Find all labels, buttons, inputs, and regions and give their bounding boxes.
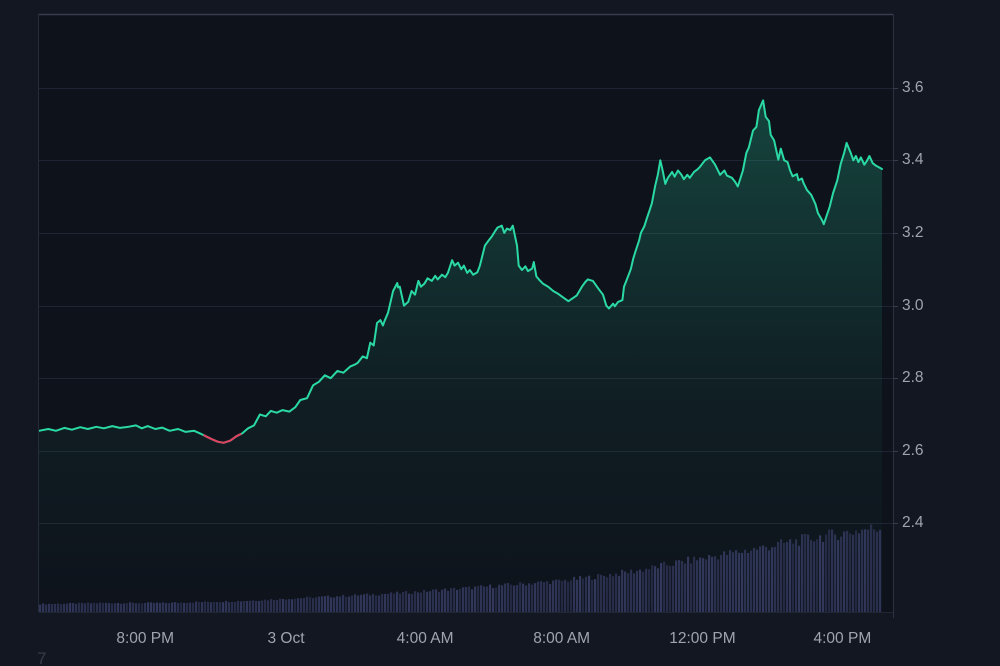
x-axis-label: 4:00 AM [397, 630, 454, 648]
y-axis-label: 2.4 [902, 514, 924, 532]
y-axis-label: 2.6 [902, 442, 924, 460]
y-axis-label: 3.0 [902, 297, 924, 315]
x-axis-label: 3 Oct [267, 630, 304, 648]
y-axis-label: 3.2 [902, 224, 924, 242]
x-axis-label: 4:00 PM [814, 630, 872, 648]
y-axis-label: 3.4 [902, 151, 924, 169]
y-axis-label: 2.8 [902, 369, 924, 387]
partial-date-label: 7 [37, 649, 46, 666]
x-axis-label: 12:00 PM [669, 630, 735, 648]
crypto-price-chart: 3.6 3.4 3.2 3.0 2.8 2.6 2.4 8:00 PM 3 Oct 4:00 A… [0, 0, 1000, 666]
x-axis-label: 8:00 AM [533, 630, 590, 648]
chart-canvas[interactable] [0, 0, 1000, 666]
y-axis-label: 3.6 [902, 79, 924, 97]
x-axis-label: 8:00 PM [116, 630, 174, 648]
